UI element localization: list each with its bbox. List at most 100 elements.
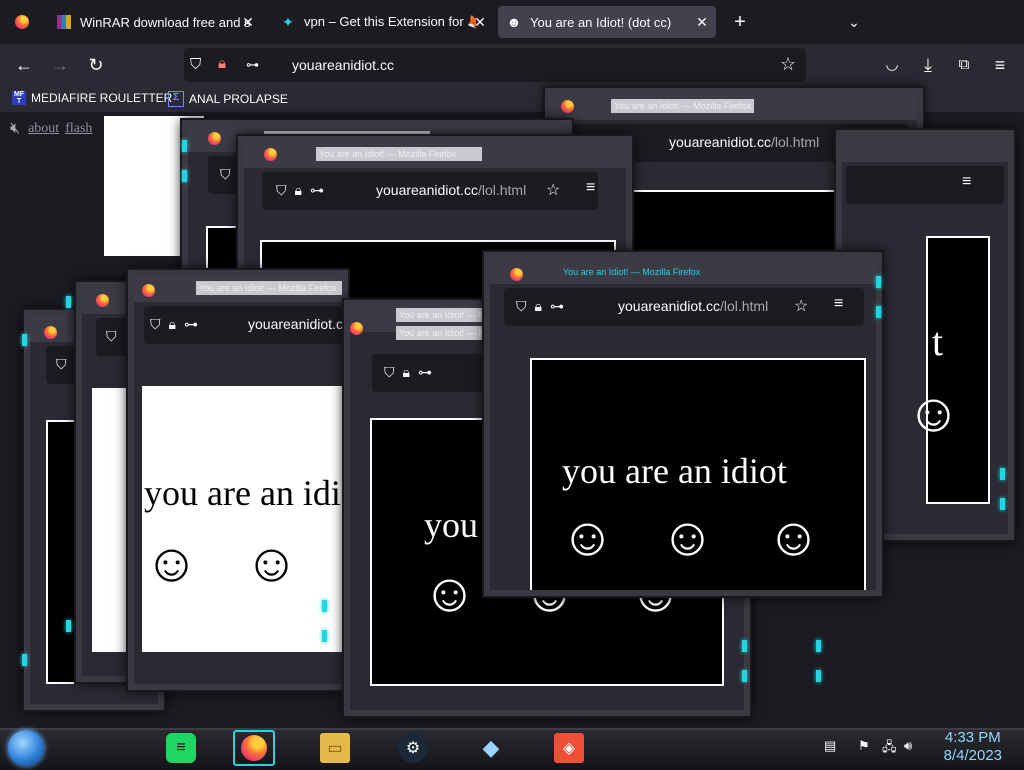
back-button[interactable]: ←	[12, 53, 36, 77]
frame-light	[322, 600, 327, 612]
file-explorer-icon[interactable]: ▭	[320, 733, 350, 763]
pocket-icon: ◡	[885, 56, 899, 73]
about-link[interactable]: about	[28, 121, 59, 137]
bookmark-anal-prolapse[interactable]: Σ ANAL PROLAPSE	[168, 91, 288, 107]
reload-button[interactable]: ↻	[84, 53, 108, 77]
popup-window[interactable]: You are an Idiot! — Mozilla Firefox ⛉🔒︎⊶…	[484, 252, 882, 596]
bookmark-star-icon[interactable]: ☆	[794, 296, 808, 316]
popup-window-title: You are an Idiot! — Mozilla Firefox	[560, 265, 728, 279]
app-menu-button[interactable]: ≡	[988, 53, 1012, 77]
close-tab-icon[interactable]: ✕	[694, 14, 710, 30]
clock-time: 4:33 PM	[944, 729, 1001, 746]
flash-link[interactable]: flash	[65, 121, 92, 137]
frame-light	[22, 334, 27, 346]
tab-vpn-extension[interactable]: ✦ vpn – Get this Extension for 🦊 Firefox…	[272, 6, 494, 38]
bookmark-label: ANAL PROLAPSE	[189, 92, 288, 106]
shield-icon[interactable]: ⛉	[190, 56, 201, 73]
tab-you-are-an-idiot[interactable]: ☻ You are an Idiot! (dot cc) ✕	[498, 6, 716, 38]
firefox-icon	[142, 284, 155, 297]
frame-light	[816, 670, 821, 682]
app-icon[interactable]: ◆	[476, 733, 506, 763]
permissions-icon[interactable]: ⊶	[246, 57, 259, 73]
frame-light	[182, 170, 187, 182]
chevron-down-icon: ⌄	[848, 13, 860, 30]
pocket-button[interactable]: ◡	[880, 53, 904, 77]
close-tab-icon[interactable]: ✕	[472, 14, 488, 30]
hamburger-menu-icon[interactable]: ≡	[586, 179, 595, 197]
start-button[interactable]	[8, 730, 44, 766]
lock-icon[interactable]: 🔒︎	[218, 55, 226, 72]
spotify-icon[interactable]: ≡	[166, 733, 196, 763]
downloads-button[interactable]: ⤓	[916, 53, 940, 77]
frame-light	[742, 640, 747, 652]
close-tab-icon[interactable]: ✕	[240, 14, 256, 30]
extensions-button[interactable]: ⧉	[952, 53, 976, 77]
flag-icon[interactable]: ⚑	[858, 738, 870, 754]
idiot-message: you are an idiot	[562, 451, 787, 491]
bookmark-star-icon[interactable]: ☆	[780, 54, 796, 75]
popup-titlebar[interactable]: You are an Idiot! — Mozilla Firefox	[490, 258, 876, 284]
tab-winrar[interactable]: WinRAR download free and support ✕	[48, 6, 262, 38]
firefox-icon	[561, 100, 574, 113]
frame-light	[22, 654, 27, 666]
idiot-message: you are an idiot	[144, 473, 348, 513]
list-all-tabs-button[interactable]: ⌄	[842, 6, 866, 38]
steam-icon[interactable]: ⚙	[398, 733, 428, 763]
new-tab-button[interactable]: +	[728, 6, 752, 38]
popup-window-title: You are an Idiot! — Mozilla Firefox	[396, 326, 492, 340]
smiley-icon: ☺	[560, 507, 616, 567]
url-bar[interactable]	[184, 48, 806, 82]
hamburger-menu-icon[interactable]: ≡	[834, 295, 843, 313]
arrow-right-icon: →	[51, 55, 69, 75]
idiot-message-fragment: t	[932, 319, 944, 364]
popup-url[interactable]: youareanidiot.cc	[248, 316, 342, 332]
frame-light	[182, 140, 187, 152]
popup-titlebar[interactable]	[842, 136, 1008, 162]
popup-nav-bar: ≡	[846, 166, 1004, 204]
popup-nav-bar: ⛉🔒︎⊶ youareanidiot.cc/lol.html ☆ ≡	[504, 288, 864, 326]
frame-light	[66, 620, 71, 632]
bookmark-label: MEDIAFIRE ROULETTER	[31, 91, 173, 105]
shield-icon: ⛉	[220, 166, 239, 182]
show-desktop-icon[interactable]: ▤	[824, 738, 836, 754]
plus-icon: +	[734, 10, 746, 33]
popup-titlebar[interactable]: You are an Idiot! — Mozilla Firefox	[551, 94, 917, 120]
smiley-icon: ☺	[906, 383, 962, 443]
popup-url[interactable]: youareanidiot.cc/lol.html	[669, 134, 819, 150]
firefox-taskbar-icon[interactable]	[239, 733, 269, 763]
frame-light	[816, 640, 821, 652]
popup-titlebar[interactable]: You are an Idiot! — Mozilla Firefox	[134, 276, 342, 302]
forward-button[interactable]: →	[48, 53, 72, 77]
popup-page-body: t ☺	[906, 236, 990, 504]
tab-title: You are an Idiot! (dot cc)	[530, 14, 672, 30]
url-text[interactable]: youareanidiot.cc	[292, 57, 394, 73]
shield-icon: ⛉	[106, 328, 125, 344]
speaker-muted-icon: 🔇︎	[10, 120, 21, 137]
frame-light	[66, 296, 71, 308]
network-icon[interactable]: 🖧	[882, 738, 897, 760]
frame-light	[1000, 498, 1005, 510]
popup-window[interactable]: You are an Idiot! — Mozilla Firefox ⛉🔒︎⊶…	[128, 270, 348, 690]
hamburger-menu-icon[interactable]: ≡	[962, 173, 971, 191]
smiley-icon: ☺	[244, 533, 300, 593]
popup-url[interactable]: youareanidiot.cc/lol.html	[618, 298, 768, 314]
firefox-view-button[interactable]	[6, 6, 36, 38]
winrar-icon	[56, 14, 72, 30]
smiley-icon: ☺	[766, 507, 822, 567]
bookmark-star-icon[interactable]: ☆	[546, 180, 560, 200]
mediafire-icon: MF T	[12, 91, 26, 105]
popup-window-title: You are an Idiot! — Mozilla Firefox	[196, 281, 342, 295]
puzzle-icon: ⧉	[958, 56, 970, 73]
firefox-icon	[96, 294, 109, 307]
volume-icon[interactable]: 🔊︎	[904, 738, 912, 754]
popup-titlebar[interactable]: You are an Idiot! — Mozilla Firefox	[244, 142, 626, 168]
popup-window-title: You are an Idiot! — Mozilla Firefox	[611, 99, 755, 113]
popup-nav-bar: ⛉🔒︎⊶ youareanidiot.cc/lol.html ☆ ≡	[262, 172, 598, 210]
firefox-icon	[350, 322, 363, 335]
popup-url[interactable]: youareanidiot.cc/lol.html	[376, 182, 526, 198]
clock[interactable]: 4:33 PM 8/4/2023	[944, 729, 1002, 765]
bookmark-mediafire-rouletter[interactable]: MF T MEDIAFIRE ROULETTER	[12, 91, 172, 105]
anydesk-icon[interactable]: ◈	[554, 733, 584, 763]
tab-title: WinRAR download free and support	[80, 14, 250, 30]
firefox-icon	[264, 148, 277, 161]
